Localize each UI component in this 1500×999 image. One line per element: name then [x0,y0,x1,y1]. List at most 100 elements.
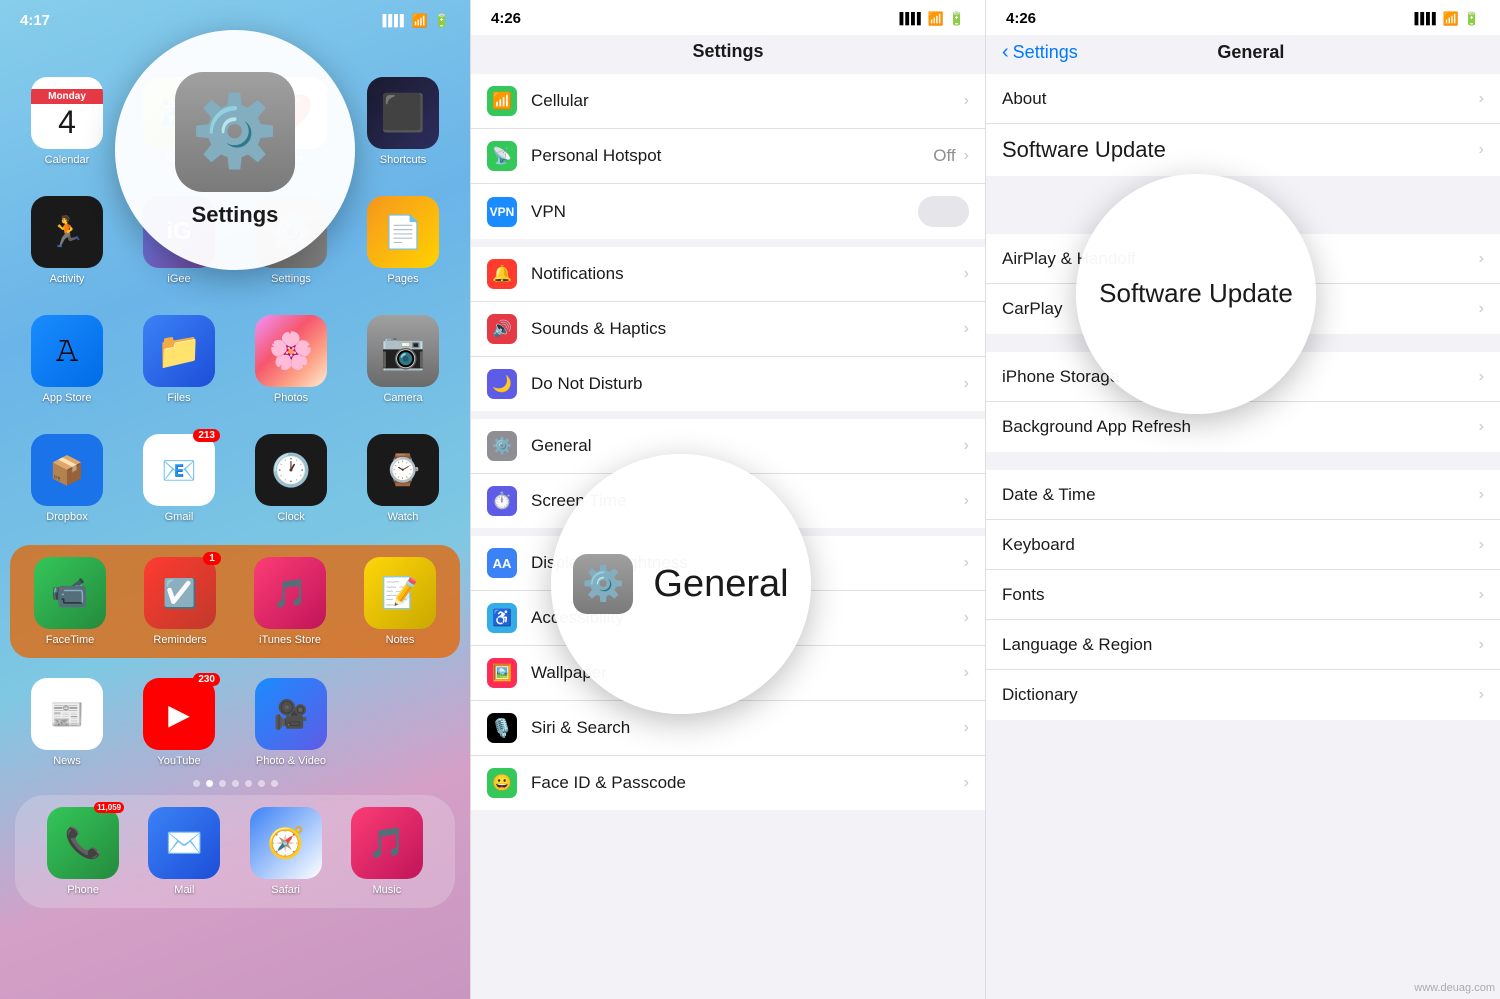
dock-phone[interactable]: 📞 11,059 Phone [35,807,131,896]
language-label: Language & Region [1002,635,1479,655]
app-photovideo[interactable]: 🎥 Photo & Video [244,678,338,767]
files-label: Files [167,392,190,404]
general-row-about[interactable]: About › [986,74,1500,124]
connectivity-section: 📶 Cellular › 📡 Personal Hotspot Off › VP… [471,74,985,239]
general-panel: 4:26 ▌▌▌▌ 📶 🔋 ‹ Settings General About ›… [985,0,1500,999]
settings-wifi-icon: 📶 [928,11,944,27]
back-button[interactable]: ‹ Settings [1002,41,1078,64]
app-activity[interactable]: 🏃 Activity [20,196,114,285]
dictionary-chevron: › [1479,686,1484,704]
igee-label: iGee [167,273,190,285]
vpn-toggle[interactable] [918,196,969,227]
home-battery-icon: 🔋 [434,13,450,29]
section-spacer-3 [986,460,1500,470]
settings-row-vpn[interactable]: VPN VPN [471,184,985,239]
dock-safari[interactable]: 🧭 Safari [238,807,334,896]
general-row-keyboard[interactable]: Keyboard › [986,520,1500,570]
general-row-icon: ⚙️ [487,431,517,461]
general-row-dictionary[interactable]: Dictionary › [986,670,1500,720]
watermark: www.deuag.com [1414,982,1495,994]
app-notes[interactable]: 📝 Notes [350,557,450,646]
page-dot-5 [245,780,252,787]
app-dropbox[interactable]: 📦 Dropbox [20,434,114,523]
settings-row-sounds[interactable]: 🔊 Sounds & Haptics › [471,302,985,357]
dock-mail[interactable]: ✉️ Mail [136,807,232,896]
back-chevron-icon: ‹ [1002,41,1009,64]
dock-music[interactable]: 🎵 Music [339,807,435,896]
app-reminders[interactable]: ☑️ 1 Reminders [130,557,230,646]
app-camera[interactable]: 📷 Camera [356,315,450,404]
settings-hidden-label: Settings [271,273,311,285]
app-appstore[interactable]: 𝙰 App Store [20,315,114,404]
cellular-label: Cellular [531,91,964,111]
hotspot-label: Personal Hotspot [531,146,933,166]
app-youtube[interactable]: ▶ 230 YouTube [132,678,226,767]
dnd-chevron: › [964,375,969,393]
notifications-section: 🔔 Notifications › 🔊 Sounds & Haptics › 🌙… [471,247,985,411]
app-news[interactable]: 📰 News [20,678,114,767]
reminders-label: Reminders [153,634,206,646]
app-files[interactable]: 📁 Files [132,315,226,404]
general-time: 4:26 [1006,10,1036,27]
settings-row-dnd[interactable]: 🌙 Do Not Disturb › [471,357,985,411]
watch-icon: ⌚ [367,434,439,506]
calendar-day: Monday [31,89,103,104]
youtube-icon: ▶ 230 [143,678,215,750]
display-icon: AA [487,548,517,578]
app-pages[interactable]: 📄 Pages [356,196,450,285]
home-screen: 4:17 ▌▌▌▌ 📶 🔋 ⚙️ Settings Monday 4 Calen… [0,0,470,999]
general-battery-icon: 🔋 [1464,11,1480,27]
settings-row-siri[interactable]: 🎙️ Siri & Search › [471,701,985,756]
app-itunesstore[interactable]: 🎵 iTunes Store [240,557,340,646]
faceid-icon: 😀 [487,768,517,798]
settings-row-cellular[interactable]: 📶 Cellular › [471,74,985,129]
app-clock[interactable]: 🕐 Clock [244,434,338,523]
general-wifi-icon: 📶 [1443,11,1459,27]
app-photos[interactable]: 🌸 Photos [244,315,338,404]
software-update-overlay: Software Update [1076,174,1316,414]
clock-icon: 🕐 [255,434,327,506]
general-circle-overlay: ⚙️ General [551,454,811,714]
wallpaper-icon: 🖼️ [487,658,517,688]
carplay-chevron: › [1479,300,1484,318]
general-circle-label: General [653,563,788,606]
pages-icon: 📄 [367,196,439,268]
app-facetime[interactable]: 📹 FaceTime [20,557,120,646]
general-signal-icon: ▌▌▌▌ [1414,13,1437,25]
general-row-datetime[interactable]: Date & Time › [986,470,1500,520]
notifications-icon: 🔔 [487,259,517,289]
app-gmail[interactable]: 📧 213 Gmail [132,434,226,523]
general-row-software-update[interactable]: Software Update › [986,124,1500,176]
general-page-title: General [1217,42,1284,63]
language-chevron: › [1479,636,1484,654]
settings-status-bar: 4:26 ▌▌▌▌ 📶 🔋 [471,0,985,35]
cellular-icon: 📶 [487,86,517,116]
fonts-label: Fonts [1002,585,1479,605]
siri-chevron: › [964,719,969,737]
dnd-label: Do Not Disturb [531,374,964,394]
app-watch[interactable]: ⌚ Watch [356,434,450,523]
pages-label: Pages [387,273,418,285]
general-row-language[interactable]: Language & Region › [986,620,1500,670]
back-label: Settings [1013,42,1078,63]
settings-circle-label: Settings [192,202,279,228]
vpn-icon: VPN [487,197,517,227]
settings-row-hotspot[interactable]: 📡 Personal Hotspot Off › [471,129,985,184]
settings-row-notifications[interactable]: 🔔 Notifications › [471,247,985,302]
software-update-chevron: › [1479,141,1484,159]
notes-label: Notes [386,634,415,646]
general-circle-icon: ⚙️ [573,554,633,614]
home-signal-icon: ▌▌▌▌ [382,15,405,27]
app-shortcuts[interactable]: ⬛ Shortcuts [356,77,450,166]
general-row-fonts[interactable]: Fonts › [986,570,1500,620]
app-calendar[interactable]: Monday 4 Calendar [20,77,114,166]
display-chevron: › [964,554,969,572]
general-row-bg-refresh[interactable]: Background App Refresh › [986,402,1500,452]
calendar-date: 4 [58,104,76,138]
settings-circle-overlay: ⚙️ Settings [115,30,355,270]
gmail-badge: 213 [193,429,220,442]
news-icon: 📰 [31,678,103,750]
wallpaper-chevron: › [964,664,969,682]
app-placeholder [356,678,450,767]
settings-row-faceid[interactable]: 😀 Face ID & Passcode › [471,756,985,810]
